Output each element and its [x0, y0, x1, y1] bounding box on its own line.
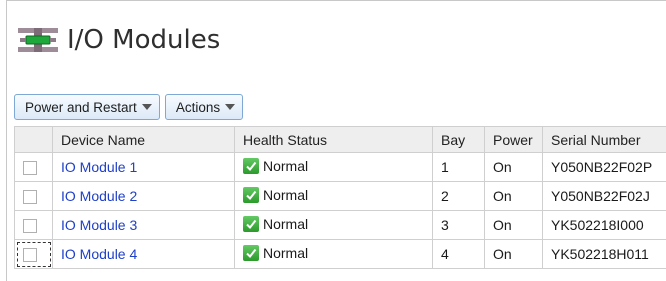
device-name-link[interactable]: IO Module 2 — [61, 188, 137, 204]
health-status-cell: Normal — [234, 239, 433, 269]
power-cell: On — [484, 239, 543, 269]
actions-label: Actions — [175, 99, 221, 115]
device-name-cell: IO Module 4 — [52, 239, 235, 269]
page-header: I/O Modules — [17, 23, 220, 57]
health-status: Normal — [243, 157, 309, 174]
toolbar: Power and Restart Actions — [14, 94, 244, 120]
device-name-link[interactable]: IO Module 4 — [61, 246, 137, 262]
device-name-link[interactable]: IO Module 1 — [61, 159, 137, 175]
serial-number-cell: Y050NB22F02P — [542, 152, 666, 182]
io-module-icon — [18, 28, 58, 52]
column-header-bay[interactable]: Bay — [432, 126, 485, 153]
health-status: Normal — [243, 186, 309, 203]
health-status-cell: Normal — [234, 181, 433, 211]
power-restart-menu-button[interactable]: Power and Restart — [14, 94, 160, 120]
table-row[interactable]: IO Module 4 Normal 4 On YK502218H011 — [14, 239, 666, 269]
health-status-cell: Normal — [234, 152, 433, 182]
table-header-row: Device Name Health Status Bay Power Seri… — [14, 126, 666, 153]
bay-cell: 4 — [432, 239, 485, 269]
select-column-header — [14, 126, 53, 153]
actions-menu-button[interactable]: Actions — [164, 94, 244, 120]
device-name-cell: IO Module 1 — [52, 152, 235, 182]
power-cell: On — [484, 181, 543, 211]
serial-number-cell: Y050NB22F02J — [542, 181, 666, 211]
power-cell: On — [484, 152, 543, 182]
row-checkbox[interactable] — [23, 190, 37, 205]
table-row[interactable]: IO Module 3 Normal 3 On YK502218I000 — [14, 210, 666, 240]
column-header-power[interactable]: Power — [484, 126, 543, 153]
row-select-cell — [14, 152, 53, 182]
health-status-cell: Normal — [234, 210, 433, 240]
row-checkbox[interactable] — [23, 219, 37, 234]
row-select-cell — [14, 239, 53, 269]
device-name-cell: IO Module 2 — [52, 181, 235, 211]
health-status-text: Normal — [263, 186, 309, 203]
serial-number-cell: YK502218I000 — [542, 210, 666, 240]
column-header-serial-number[interactable]: Serial Number — [542, 126, 666, 153]
row-checkbox[interactable] — [23, 161, 37, 176]
column-header-device-name[interactable]: Device Name — [52, 126, 235, 153]
io-modules-table: Device Name Health Status Bay Power Seri… — [14, 126, 666, 269]
health-status: Normal — [243, 215, 309, 232]
device-name-cell: IO Module 3 — [52, 210, 235, 240]
page-title: I/O Modules — [67, 25, 221, 55]
health-status: Normal — [243, 244, 309, 261]
health-status-text: Normal — [263, 215, 309, 232]
bay-cell: 1 — [432, 152, 485, 182]
chevron-down-icon — [225, 104, 236, 110]
serial-number-cell: YK502218H011 — [542, 239, 666, 269]
status-ok-check-icon — [243, 244, 259, 261]
table-row[interactable]: IO Module 1 Normal 1 On Y050NB22F02P — [14, 152, 666, 182]
power-cell: On — [484, 210, 543, 240]
bay-cell: 3 — [432, 210, 485, 240]
row-select-cell — [14, 181, 53, 211]
health-status-text: Normal — [263, 157, 309, 174]
status-ok-check-icon — [243, 157, 259, 174]
device-name-link[interactable]: IO Module 3 — [61, 217, 137, 233]
power-restart-label: Power and Restart — [25, 99, 137, 115]
health-status-text: Normal — [263, 244, 309, 261]
column-header-health-status[interactable]: Health Status — [234, 126, 433, 153]
status-ok-check-icon — [243, 186, 259, 203]
row-select-cell — [14, 210, 53, 240]
status-ok-check-icon — [243, 215, 259, 232]
bay-cell: 2 — [432, 181, 485, 211]
row-checkbox[interactable] — [23, 248, 37, 263]
table-row[interactable]: IO Module 2 Normal 2 On Y050NB22F02J — [14, 181, 666, 211]
chevron-down-icon — [141, 104, 152, 110]
